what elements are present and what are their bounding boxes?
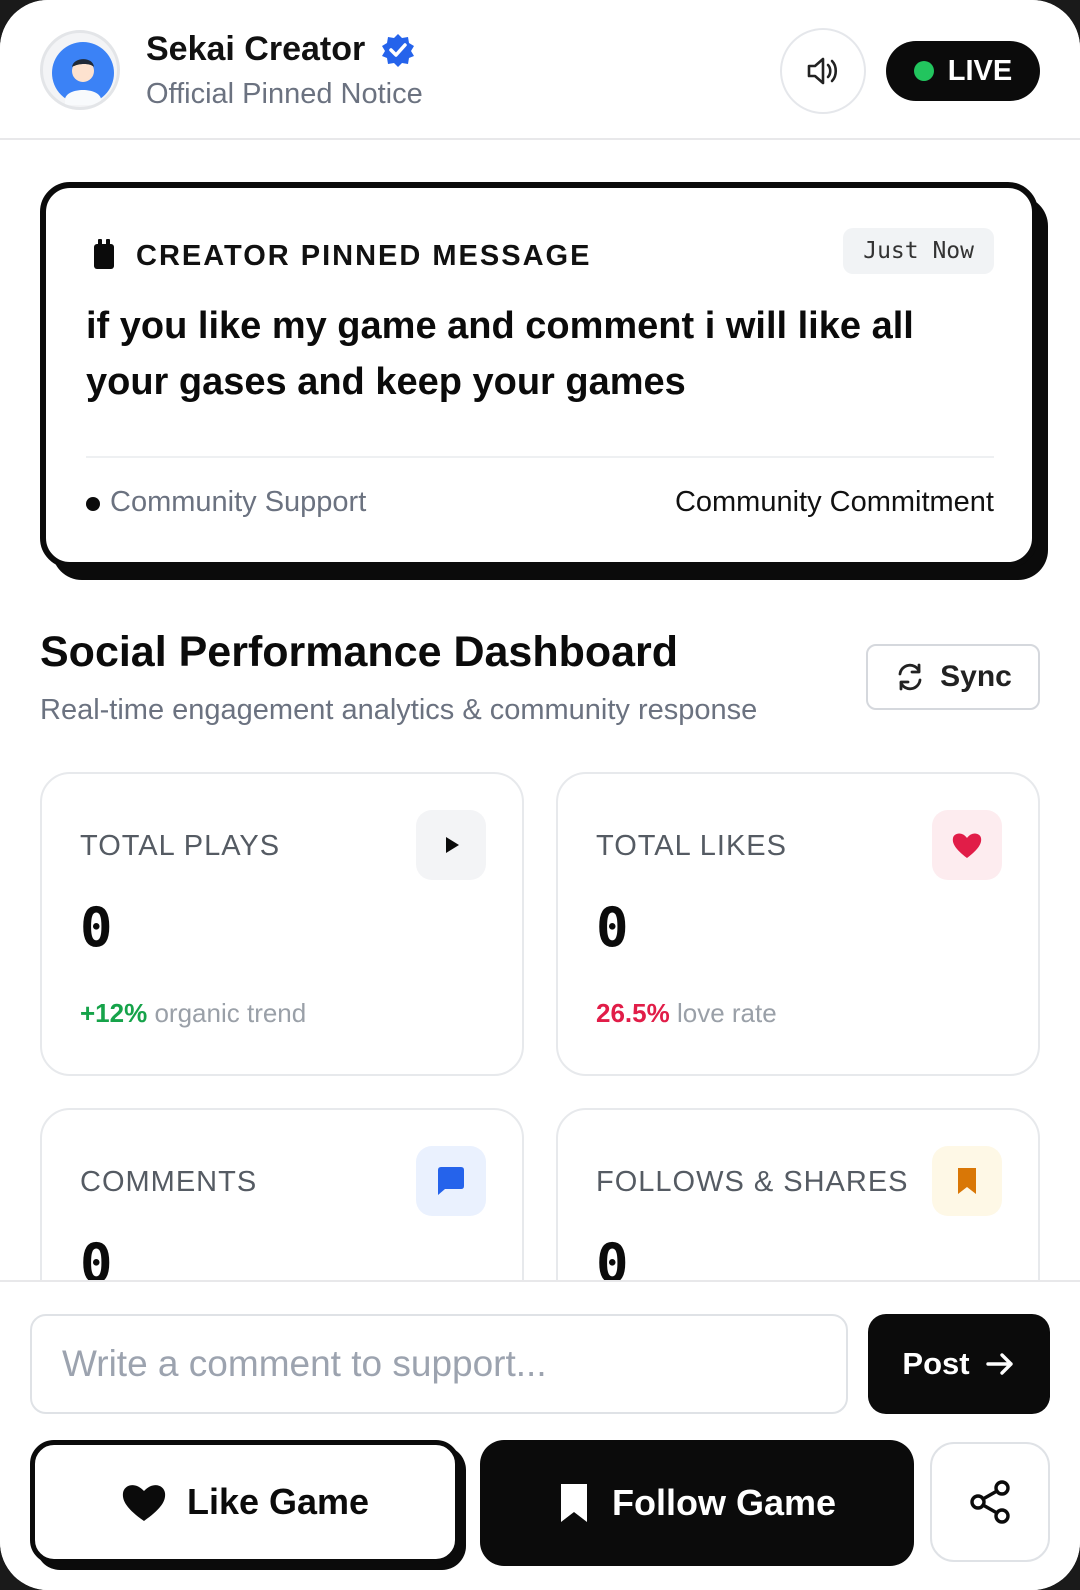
share-button[interactable]	[930, 1442, 1050, 1562]
stat-footnote: +12% organic trend	[80, 998, 306, 1029]
pinned-title: CREATOR PINNED MESSAGE	[136, 240, 592, 272]
pinned-message-card: CREATOR PINNED MESSAGE Just Now if you l…	[40, 182, 1038, 568]
stat-label: COMMENTS	[80, 1166, 258, 1198]
speaker-icon	[807, 57, 838, 85]
divider	[86, 456, 994, 458]
post-button[interactable]: Post	[868, 1314, 1050, 1414]
sound-toggle-button[interactable]	[780, 28, 866, 114]
comment-icon-box	[416, 1146, 486, 1216]
stat-footnote: 26.5% love rate	[596, 998, 777, 1029]
stat-label: FOLLOWS & SHARES	[596, 1166, 909, 1198]
stat-label: TOTAL LIKES	[596, 830, 787, 862]
follow-label: Follow Game	[611, 1482, 837, 1523]
follow-game-button[interactable]: Follow Game	[480, 1440, 914, 1566]
play-icon	[446, 837, 459, 853]
stat-value: 0	[596, 896, 629, 959]
pinned-commitment: Community Commitment	[674, 486, 994, 518]
stat-note: organic trend	[154, 998, 307, 1028]
stat-highlight: +12%	[80, 998, 148, 1028]
creator-name: Sekai Creator	[146, 30, 366, 68]
stat-card-total-likes: TOTAL LIKES 0 26.5% love rate	[556, 772, 1040, 1076]
play-icon-box	[416, 810, 486, 880]
clipboard-icon	[94, 239, 114, 269]
bookmark-icon	[560, 1484, 587, 1522]
bookmark-icon-box	[932, 1146, 1002, 1216]
heart-icon	[122, 1485, 166, 1521]
sync-button[interactable]: Sync	[866, 644, 1040, 710]
dashboard-subtitle: Real-time engagement analytics & communi…	[40, 694, 758, 726]
stat-note: love rate	[676, 998, 777, 1028]
stat-label: TOTAL PLAYS	[80, 830, 281, 862]
stat-value: 0	[80, 896, 113, 959]
sync-label: Sync	[940, 660, 1012, 693]
like-game-button[interactable]: Like Game	[30, 1440, 460, 1564]
pinned-tag: Community Support	[110, 486, 367, 518]
avatar[interactable]	[40, 30, 120, 110]
arrow-right-icon	[985, 1353, 1013, 1375]
comment-icon	[438, 1167, 464, 1195]
bookmark-icon	[958, 1168, 976, 1194]
pinned-message-text: if you like my game and comment i will l…	[86, 305, 914, 403]
live-dot	[913, 61, 934, 81]
pinned-time-badge: Just Now	[843, 228, 994, 274]
comment-input[interactable]	[30, 1314, 848, 1414]
like-label: Like Game	[186, 1481, 370, 1522]
heart-icon-box	[932, 810, 1002, 880]
live-badge: LIVE	[886, 41, 1040, 101]
bottom-action-bar: Post Like Game Follow Game	[0, 1280, 1080, 1590]
stat-highlight: 26.5%	[596, 998, 670, 1028]
dashboard-title: Social Performance Dashboard	[40, 628, 679, 676]
verified-icon	[382, 34, 414, 67]
share-icon	[970, 1480, 1010, 1524]
header: Sekai Creator Official Pinned Notice LIV…	[0, 0, 1080, 140]
live-label: LIVE	[947, 54, 1013, 87]
stat-card-total-plays: TOTAL PLAYS 0 +12% organic trend	[40, 772, 524, 1076]
bullet-icon	[86, 497, 100, 511]
post-label: Post	[902, 1346, 970, 1381]
notice-subtitle: Official Pinned Notice	[146, 78, 423, 110]
app-screen: Sekai Creator Official Pinned Notice LIV…	[0, 0, 1080, 1590]
refresh-icon	[898, 663, 922, 691]
heart-icon	[952, 833, 982, 858]
